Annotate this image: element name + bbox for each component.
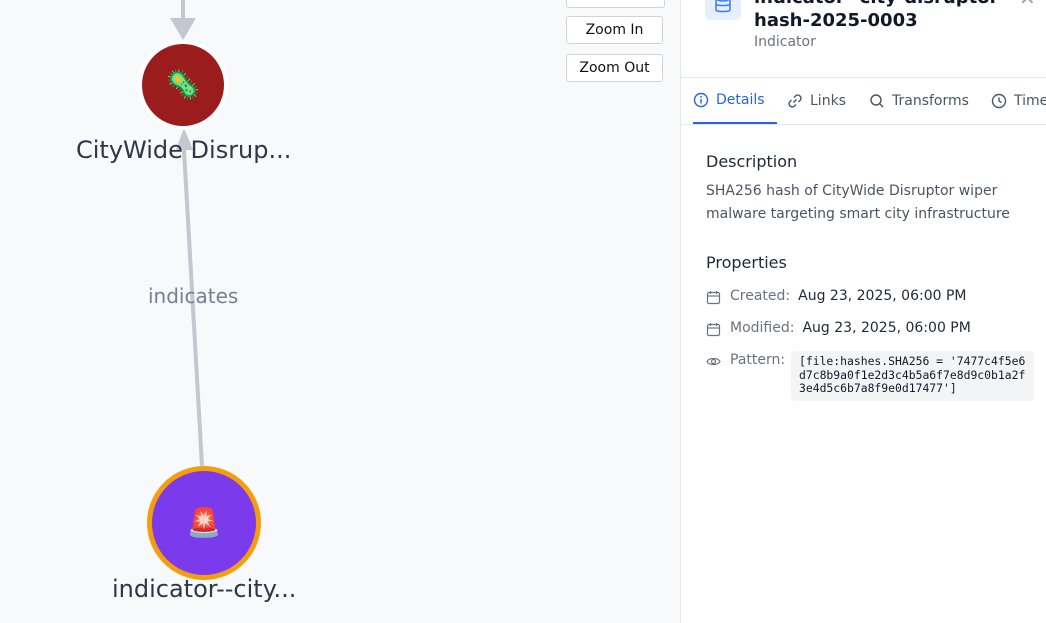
tab-time-label: Time — [1014, 92, 1046, 109]
node-indicator-label: indicator--city... — [112, 575, 297, 603]
edge-label-indicates: indicates — [148, 284, 239, 308]
tab-links-label: Links — [810, 92, 846, 109]
panel-header: indicator--city-disruptor-hash-2025-0003… — [681, 0, 1046, 78]
edge-indicates-line[interactable] — [182, 149, 204, 467]
zoom-out-button[interactable]: Zoom Out — [566, 54, 663, 82]
tab-links[interactable]: Links — [787, 78, 846, 123]
details-panel: indicator--city-disruptor-hash-2025-0003… — [680, 0, 1046, 623]
database-icon — [705, 0, 741, 20]
police-light-icon: 🚨 — [186, 506, 222, 539]
calendar-icon — [706, 323, 721, 337]
tab-time[interactable]: Time — [991, 78, 1046, 123]
pattern-label: Pattern: — [730, 352, 786, 368]
zoom-in-button[interactable]: Zoom In — [566, 16, 663, 44]
property-modified: Modified: Aug 23, 2025, 06:00 PM — [706, 320, 971, 337]
description-text: SHA256 hash of CityWide Disruptor wiper … — [706, 183, 1010, 222]
microbe-icon: 🦠 — [165, 68, 201, 101]
property-pattern: Pattern: — [706, 352, 793, 369]
graph-svg — [138, 0, 261, 580]
modified-value: Aug 23, 2025, 06:00 PM — [802, 320, 971, 336]
modified-label: Modified: — [730, 320, 795, 336]
panel-title: indicator--city-disruptor-hash-2025-0003 — [754, 0, 1006, 31]
tab-details-label: Details — [716, 92, 765, 108]
node-malware-label: CityWide Disrup... — [76, 136, 292, 164]
tab-transforms-label: Transforms — [892, 92, 969, 109]
created-label: Created: — [730, 288, 791, 304]
edge-incoming-arrow — [170, 18, 196, 40]
panel-type: Indicator — [754, 34, 816, 50]
property-created: Created: Aug 23, 2025, 06:00 PM — [706, 288, 966, 305]
link-icon — [788, 93, 802, 108]
eye-icon — [706, 357, 721, 366]
tab-transforms[interactable]: Transforms — [869, 78, 969, 123]
info-icon — [693, 92, 709, 108]
calendar-icon — [706, 291, 721, 305]
graph-canvas[interactable]: 🦠 🚨 CityWide Disrup... indicates indicat… — [0, 0, 680, 623]
search-icon — [870, 93, 884, 107]
clock-icon — [991, 93, 1007, 108]
description-heading: Description — [706, 152, 798, 171]
zoom-control-partial[interactable] — [566, 0, 665, 8]
properties-heading: Properties — [706, 253, 787, 272]
close-icon[interactable]: ✕ — [1019, 0, 1036, 10]
panel-tabs: Details Links Transforms Time — [681, 78, 1046, 125]
created-value: Aug 23, 2025, 06:00 PM — [798, 288, 967, 304]
tab-details[interactable]: Details — [693, 78, 777, 124]
pattern-value: [file:hashes.SHA256 = '7477c4f5e6d7c8b9a… — [791, 351, 1034, 401]
